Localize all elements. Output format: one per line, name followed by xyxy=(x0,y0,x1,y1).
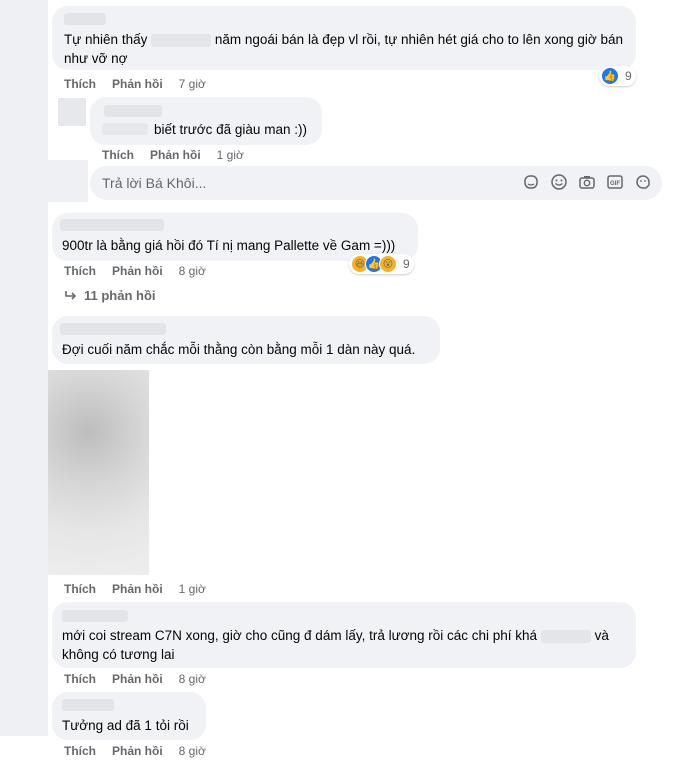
comment-actions: Thích Phản hồi 1 giờ xyxy=(64,582,206,596)
reply-button[interactable]: Phản hồi xyxy=(112,672,163,686)
comment-bubble: biết trước đã giàu man :)) xyxy=(90,97,322,145)
comment-time[interactable]: 1 giờ xyxy=(217,148,244,162)
comment-time[interactable]: 7 giờ xyxy=(179,77,206,91)
commenter-name-redacted xyxy=(62,699,114,711)
comment-text-part: năm ngoái bán là đẹp vl rồi, tự nhiên hé… xyxy=(64,32,624,66)
like-button[interactable]: Thích xyxy=(102,148,134,162)
reply-input-box[interactable]: Trả lời Bá Khôi... GIF xyxy=(90,166,662,200)
comment-text: mới coi stream C7N xong, giờ cho cũng đ … xyxy=(62,626,628,664)
like-button[interactable]: Thích xyxy=(64,582,96,596)
gif-icon[interactable]: GIF xyxy=(606,173,624,191)
comment-bubble: mới coi stream C7N xong, giờ cho cũng đ … xyxy=(52,602,636,668)
comment-text-part: mới coi stream C7N xong, giờ cho cũng đ … xyxy=(62,628,538,643)
comment-time[interactable]: 8 giờ xyxy=(179,264,206,278)
comment-text: Tự nhiên thấy năm ngoái bán là đẹp vl rồ… xyxy=(64,30,630,68)
reaction-summary[interactable]: 👍 9 xyxy=(599,66,636,86)
comment-actions: Thích Phản hồi 8 giờ xyxy=(64,264,206,278)
reply-button[interactable]: Phản hồi xyxy=(112,744,163,758)
comment-text: Đợi cuối năm chắc mỗi thằng còn bằng mỗi… xyxy=(62,342,416,357)
like-icon: 👍 xyxy=(601,67,619,85)
redacted-text xyxy=(151,33,212,47)
comment-bubble: Tưởng ad đã 1 tỏi rồi xyxy=(52,692,206,740)
camera-icon[interactable] xyxy=(578,173,596,191)
commenter-name-redacted xyxy=(64,13,106,25)
redacted-text xyxy=(540,629,591,643)
commenter-name-redacted xyxy=(60,323,166,335)
comment-actions: Thích Phản hồi 7 giờ xyxy=(64,77,206,91)
comment-time[interactable]: 1 giờ xyxy=(179,582,206,596)
reply-button[interactable]: Phản hồi xyxy=(112,582,163,596)
commenter-name-redacted xyxy=(62,610,128,622)
reply-arrow-icon xyxy=(65,290,77,300)
avatar[interactable] xyxy=(58,98,86,126)
reply-input-placeholder[interactable]: Trả lời Bá Khôi... xyxy=(102,175,206,191)
like-button[interactable]: Thích xyxy=(64,77,96,91)
reaction-count: 9 xyxy=(625,69,632,83)
comment-bubble: Tự nhiên thấy năm ngoái bán là đẹp vl rồ… xyxy=(52,6,636,70)
commenter-name-redacted xyxy=(60,219,164,231)
reply-button[interactable]: Phản hồi xyxy=(112,77,163,91)
attached-photo-blurred[interactable] xyxy=(48,370,149,575)
comment-actions: Thích Phản hồi 8 giờ xyxy=(64,672,206,686)
comment-text: Tưởng ad đã 1 tỏi rồi xyxy=(62,718,189,733)
reply-button[interactable]: Phản hồi xyxy=(150,148,201,162)
replies-count[interactable]: 11 phản hồi xyxy=(84,288,156,303)
like-button[interactable]: Thích xyxy=(64,672,96,686)
like-button[interactable]: Thích xyxy=(64,744,96,758)
view-replies-link[interactable]: 11 phản hồi xyxy=(64,288,156,303)
sticker-icon[interactable] xyxy=(522,173,540,191)
avatar-sticker-icon[interactable] xyxy=(634,173,652,191)
comment-text: 900tr là bằng giá hồi đó Tí nị mang Pall… xyxy=(62,238,396,253)
comment-actions: Thích Phản hồi 1 giờ xyxy=(102,148,244,162)
like-button[interactable]: Thích xyxy=(64,264,96,278)
reaction-count: 9 xyxy=(403,257,410,271)
wow-icon: 😮 xyxy=(379,255,397,273)
comment-text: biết trước đã giàu man :)) xyxy=(154,122,307,137)
thread-line xyxy=(48,160,88,202)
left-background-strip xyxy=(0,0,48,736)
commenter-name-redacted xyxy=(102,123,148,135)
comment-time[interactable]: 8 giờ xyxy=(179,672,206,686)
commenter-name-redacted xyxy=(104,105,162,117)
emoji-icon[interactable] xyxy=(550,173,568,191)
svg-text:GIF: GIF xyxy=(610,181,620,187)
reply-button[interactable]: Phản hồi xyxy=(112,264,163,278)
reaction-summary[interactable]: 😆 👍 😮 9 xyxy=(349,254,414,274)
comment-bubble: Đợi cuối năm chắc mỗi thằng còn bằng mỗi… xyxy=(52,316,440,364)
comment-actions: Thích Phản hồi 8 giờ xyxy=(64,744,206,758)
comment-time[interactable]: 8 giờ xyxy=(179,744,206,758)
comment-text-part: Tự nhiên thấy xyxy=(64,32,148,47)
